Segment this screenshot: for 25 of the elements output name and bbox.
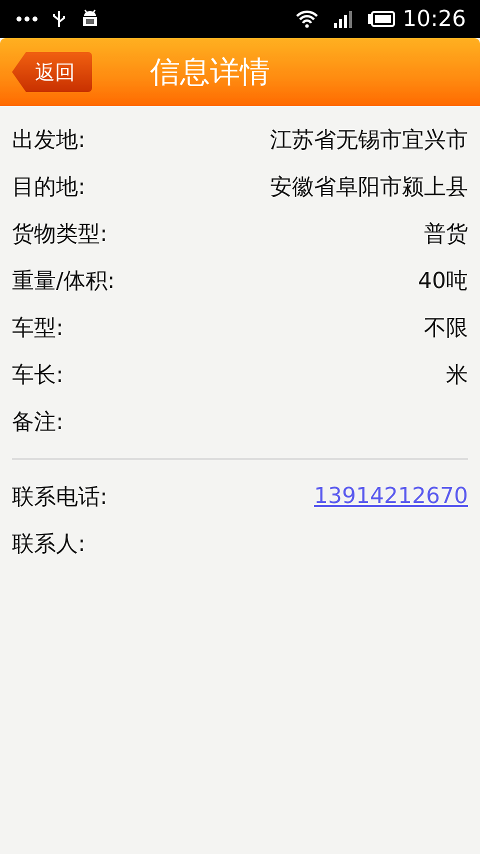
page-title: 信息详情 [150, 54, 271, 92]
battery-icon [366, 11, 395, 27]
usb-icon [52, 10, 66, 28]
field-value: 米 [446, 362, 468, 390]
field-label: 重量/体积: [12, 268, 115, 296]
signal-icon [332, 10, 353, 28]
field-value: 安徽省阜阳市颍上县 [270, 174, 468, 202]
back-button[interactable]: 返回 [12, 52, 92, 92]
phone-link[interactable]: 13914212670 [314, 484, 468, 509]
field-label: 联系电话: [12, 484, 108, 512]
field-value: 江苏省无锡市宜兴市 [270, 126, 468, 154]
more-icon [16, 16, 38, 22]
field-value: 40吨 [418, 268, 468, 296]
field-label: 联系人: [12, 530, 86, 558]
field-label: 目的地: [12, 174, 86, 202]
field-label: 车型: [12, 314, 64, 342]
android-icon [80, 9, 100, 29]
field-label: 车长: [12, 362, 64, 390]
field-value: 普货 [424, 220, 468, 248]
field-label: 出发地: [12, 126, 86, 154]
field-label: 货物类型: [12, 220, 108, 248]
wifi-icon [294, 10, 319, 28]
field-label: 备注: [12, 408, 64, 436]
field-value: 不限 [424, 314, 468, 342]
clock-time: 10:26 [402, 6, 466, 32]
